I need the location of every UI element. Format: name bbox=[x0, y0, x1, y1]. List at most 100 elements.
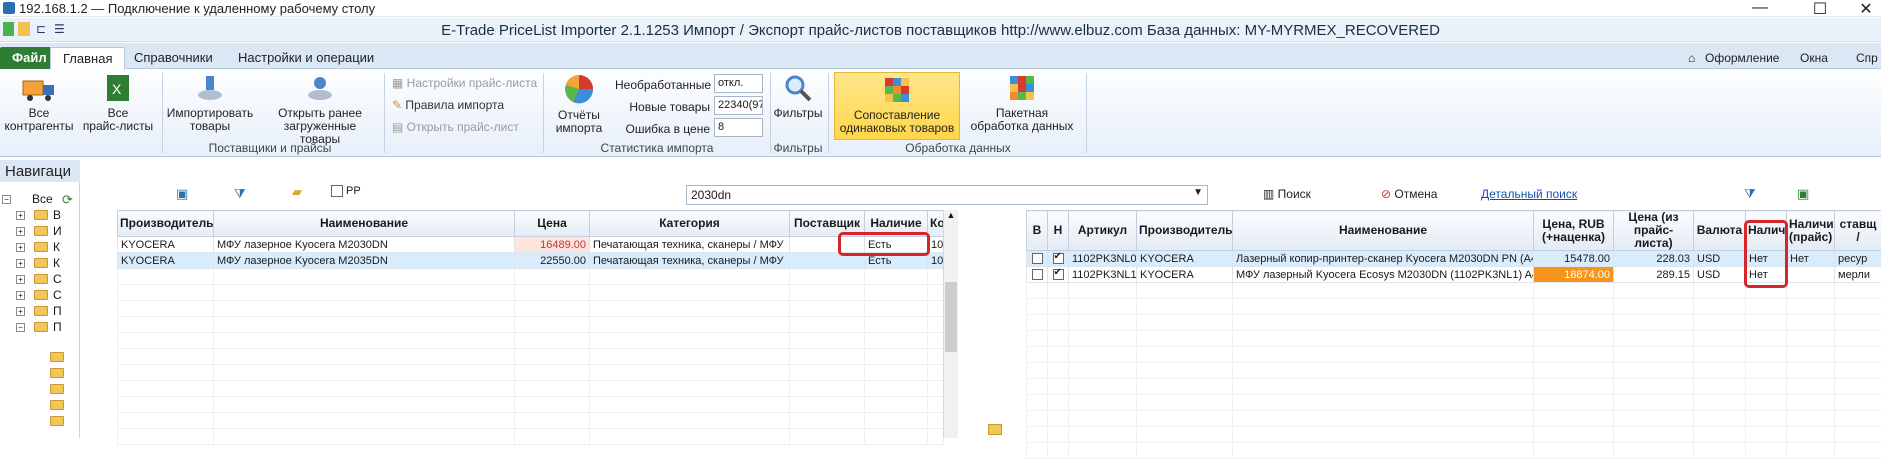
right-filter-icon[interactable]: ⧩ bbox=[1744, 186, 1756, 202]
cancel-button[interactable]: ⊘ Отмена bbox=[1381, 187, 1437, 201]
table-row[interactable]: KYOCERAМФУ лазерное Kyocera M2030DN16489… bbox=[118, 237, 944, 253]
expand-icon[interactable]: + bbox=[16, 291, 25, 300]
nav-root[interactable]: − Все ⟳ bbox=[0, 192, 80, 207]
table-cell[interactable]: 16489.00 bbox=[515, 237, 590, 253]
export-icon[interactable]: ▣ bbox=[176, 186, 188, 202]
import-goods-button[interactable]: Импортировать товары bbox=[164, 73, 256, 133]
minimize-button[interactable]: — bbox=[1740, 0, 1780, 17]
tab-refs[interactable]: Справочники bbox=[122, 47, 225, 69]
table-cell[interactable]: Нет bbox=[1787, 251, 1835, 267]
left-column-header[interactable]: Цена bbox=[515, 211, 590, 237]
table-cell[interactable]: 1102PK3NL0 bbox=[1069, 251, 1137, 267]
expand-icon[interactable]: + bbox=[16, 259, 25, 268]
search-input[interactable]: 2030dn ▼ bbox=[686, 185, 1208, 205]
subfolder-icon[interactable] bbox=[50, 384, 64, 394]
left-column-header[interactable]: Категория bbox=[590, 211, 790, 237]
expand-icon[interactable]: + bbox=[16, 227, 25, 236]
right-column-header[interactable]: Н bbox=[1048, 211, 1069, 251]
filters-button[interactable]: Фильтры bbox=[772, 73, 824, 120]
table-cell[interactable]: KYOCERA bbox=[118, 237, 214, 253]
right-column-header[interactable]: В bbox=[1027, 211, 1048, 251]
row-checkbox[interactable] bbox=[1053, 253, 1064, 264]
tab-settings[interactable]: Настройки и операции bbox=[226, 47, 386, 69]
table-cell[interactable]: мерли bbox=[1835, 267, 1881, 283]
nav-tree-item[interactable]: +К bbox=[0, 256, 80, 271]
table-cell[interactable]: USD bbox=[1694, 267, 1746, 283]
table-row[interactable]: KYOCERAМФУ лазерное Kyocera M2035DN22550… bbox=[118, 253, 944, 269]
expand-icon[interactable]: + bbox=[16, 275, 25, 284]
scroll-up-icon[interactable]: ▲ bbox=[944, 210, 958, 220]
open-loaded-button[interactable]: Открыть ранее загруженные товары bbox=[262, 73, 378, 146]
expand-icon[interactable]: + bbox=[16, 211, 25, 220]
maximize-button[interactable]: ☐ bbox=[1800, 0, 1840, 19]
nav-tree-item[interactable]: +С bbox=[0, 288, 80, 303]
nav-tree-item[interactable]: +П bbox=[0, 304, 80, 319]
subfolder-icon[interactable] bbox=[50, 400, 64, 410]
right-column-header[interactable]: ставщ / bbox=[1835, 211, 1881, 251]
search-button[interactable]: ▥ Поиск bbox=[1263, 187, 1311, 201]
subfolder-icon[interactable] bbox=[50, 416, 64, 426]
table-cell[interactable]: 1102PK3NL1 bbox=[1069, 267, 1137, 283]
select-checkbox-cell[interactable] bbox=[1027, 251, 1048, 267]
table-cell[interactable]: USD bbox=[1694, 251, 1746, 267]
table-cell[interactable]: KYOCERA bbox=[1137, 267, 1233, 283]
help-menu[interactable]: Спр bbox=[1856, 51, 1878, 65]
table-cell[interactable]: 228.03 bbox=[1614, 251, 1694, 267]
open-pl-command[interactable]: ▤ Открыть прайс-лист bbox=[392, 120, 519, 134]
select-checkbox-cell[interactable] bbox=[1027, 267, 1048, 283]
subfolder-icon[interactable] bbox=[50, 352, 64, 362]
table-cell[interactable]: 289.15 bbox=[1614, 267, 1694, 283]
table-cell[interactable]: 10 bbox=[928, 253, 944, 269]
left-column-header[interactable]: Наименование bbox=[214, 211, 515, 237]
all-contractors-button[interactable]: Все контрагенты bbox=[2, 73, 76, 133]
nav-tree-item[interactable]: +И bbox=[0, 224, 80, 239]
left-column-header[interactable]: Производитель bbox=[118, 211, 214, 237]
right-column-header[interactable]: Валюта bbox=[1694, 211, 1746, 251]
window-menu[interactable]: Окна bbox=[1800, 51, 1828, 65]
tab-main[interactable]: Главная bbox=[50, 47, 125, 69]
design-menu[interactable]: Оформление bbox=[1705, 51, 1779, 65]
close-button[interactable]: ✕ bbox=[1846, 0, 1881, 19]
right-export-icon[interactable]: ▣ bbox=[1797, 186, 1809, 202]
table-cell[interactable]: ресур bbox=[1835, 251, 1881, 267]
left-column-header[interactable]: Ко bbox=[928, 211, 944, 237]
compare-goods-button[interactable]: Сопоставление одинаковых товаров bbox=[834, 72, 960, 140]
table-cell[interactable] bbox=[1787, 267, 1835, 283]
row-checkbox[interactable] bbox=[1032, 253, 1043, 264]
import-rules-command[interactable]: ✎ Правила импорта bbox=[392, 98, 504, 112]
right-column-header[interactable]: Наличие (прайс) bbox=[1787, 211, 1835, 251]
table-cell[interactable]: МФУ лазерное Kyocera M2035DN bbox=[214, 253, 515, 269]
table-cell[interactable]: KYOCERA bbox=[118, 253, 214, 269]
batch-processing-button[interactable]: Пакетная обработка данных bbox=[962, 73, 1082, 133]
table-cell[interactable]: Печатающая техника, сканеры / МФУ bbox=[590, 237, 790, 253]
detail-search-link[interactable]: Детальный поиск bbox=[1481, 187, 1577, 201]
table-cell[interactable]: МФУ лазерное Kyocera M2030DN bbox=[214, 237, 515, 253]
collapse-icon[interactable]: − bbox=[2, 195, 11, 204]
row-checkbox[interactable] bbox=[1032, 269, 1043, 280]
pl-settings-command[interactable]: ▦ Настройки прайс-листа bbox=[392, 76, 537, 90]
all-pricelists-button[interactable]: X Все прайс-листы bbox=[80, 73, 156, 133]
scroll-thumb[interactable] bbox=[945, 282, 957, 352]
right-column-header[interactable]: Цена, RUB (+наценка) bbox=[1534, 211, 1614, 251]
row-checkbox[interactable] bbox=[1053, 269, 1064, 280]
refresh-icon[interactable]: ⟳ bbox=[62, 192, 73, 208]
table-cell[interactable]: 22550.00 bbox=[515, 253, 590, 269]
table-cell[interactable]: 15478.00 bbox=[1534, 251, 1614, 267]
nav-tree-item[interactable]: +С bbox=[0, 272, 80, 287]
nav-tree-item[interactable]: −П bbox=[0, 320, 80, 335]
collapse-icon[interactable]: − bbox=[16, 323, 25, 332]
right-column-header[interactable]: Артикул bbox=[1069, 211, 1137, 251]
table-cell[interactable]: МФУ лазерный Kyocera Ecosys M2030DN (110… bbox=[1233, 267, 1534, 283]
right-column-header[interactable]: Производитель bbox=[1137, 211, 1233, 251]
table-cell[interactable]: KYOCERA bbox=[1137, 251, 1233, 267]
folder-icon[interactable]: ▰ bbox=[292, 184, 302, 200]
subfolder-icon[interactable] bbox=[50, 368, 64, 378]
right-column-header[interactable]: Наименование bbox=[1233, 211, 1534, 251]
new-checkbox-cell[interactable] bbox=[1048, 267, 1069, 283]
right-column-header[interactable]: Цена (из прайс-листа) bbox=[1614, 211, 1694, 251]
expand-icon[interactable]: + bbox=[16, 307, 25, 316]
collapse-ribbon-icon[interactable]: ⌂ bbox=[1688, 51, 1695, 65]
nav-tree-item[interactable]: +К bbox=[0, 240, 80, 255]
search-dropdown-icon[interactable]: ▼ bbox=[1193, 187, 1203, 198]
nav-tree-item[interactable]: +В bbox=[0, 208, 80, 223]
